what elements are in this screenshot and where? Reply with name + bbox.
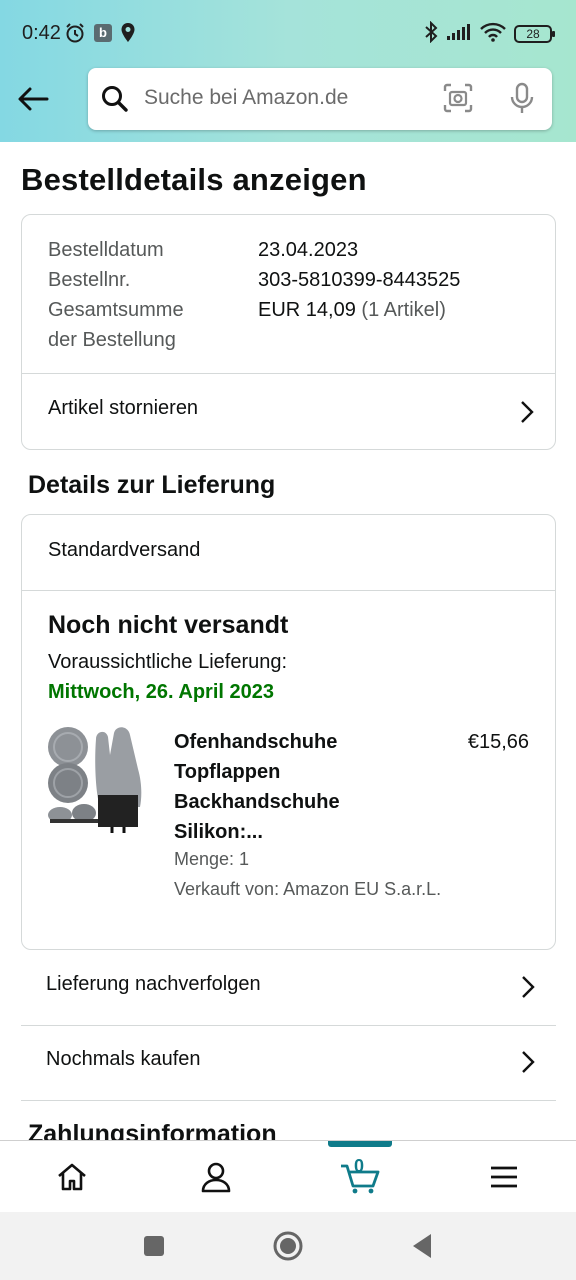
order-total-label-line2: der Bestellung bbox=[48, 329, 176, 351]
nav-menu[interactable] bbox=[432, 1141, 576, 1213]
back-button[interactable] bbox=[14, 80, 52, 118]
product-image[interactable] bbox=[46, 725, 150, 835]
chevron-right-icon bbox=[522, 976, 535, 998]
delivery-card: Standardversand Noch nicht versandt Vora… bbox=[21, 514, 556, 950]
square-icon bbox=[144, 1236, 164, 1256]
search-bar[interactable]: Suche bei Amazon.de bbox=[88, 68, 552, 130]
wifi-icon bbox=[480, 22, 506, 47]
home-system-button[interactable] bbox=[270, 1228, 306, 1264]
circle-icon bbox=[273, 1231, 303, 1261]
cart-count-badge: 0 bbox=[354, 1156, 365, 1176]
app-header: 0:42 b 28 Suche bei Amazon.de bbox=[0, 0, 576, 142]
order-summary-card: Bestelldatum 23.04.2023 Bestellnr. 303-5… bbox=[21, 214, 556, 450]
track-delivery-row[interactable]: Lieferung nachverfolgen bbox=[21, 951, 556, 1026]
page-title: Bestelldetails anzeigen bbox=[21, 162, 367, 197]
camera-scan-icon[interactable] bbox=[442, 82, 474, 114]
bottom-navigation bbox=[0, 1140, 576, 1212]
hamburger-menu-icon bbox=[491, 1166, 517, 1188]
nav-home[interactable] bbox=[0, 1141, 144, 1213]
product-quantity: Menge: 1 bbox=[174, 849, 250, 869]
search-input[interactable]: Suche bei Amazon.de bbox=[144, 86, 348, 110]
location-icon bbox=[120, 22, 142, 44]
notification-b-icon: b bbox=[94, 24, 112, 42]
recents-button[interactable] bbox=[136, 1228, 172, 1264]
product-name-line3: Backhandschuhe bbox=[174, 791, 340, 813]
nav-cart[interactable] bbox=[288, 1141, 432, 1213]
buy-again-label: Nochmals kaufen bbox=[46, 1048, 201, 1070]
eta-date: Mittwoch, 26. April 2023 bbox=[48, 681, 274, 703]
user-icon bbox=[201, 1162, 231, 1193]
shipment-status: Noch nicht versandt bbox=[48, 611, 289, 639]
chevron-right-icon bbox=[522, 1051, 535, 1073]
order-number-value: 303-5810399-8443525 bbox=[258, 269, 461, 291]
alarm-icon bbox=[64, 22, 86, 44]
product-price: €15,66 bbox=[467, 731, 529, 753]
system-navigation-bar bbox=[0, 1212, 576, 1280]
arrow-left-icon bbox=[18, 87, 49, 111]
delivery-details-heading: Details zur Lieferung bbox=[28, 471, 276, 499]
home-icon bbox=[58, 1163, 86, 1191]
track-delivery-label: Lieferung nachverfolgen bbox=[46, 973, 261, 995]
order-details-screen: 0:42 b 28 Suche bei Amazon.de Bestelldet… bbox=[0, 0, 576, 1280]
bluetooth-icon bbox=[424, 20, 438, 48]
cancel-item-label: Artikel stornieren bbox=[48, 397, 199, 419]
order-item-count: (1 Artikel) bbox=[361, 299, 446, 321]
microphone-icon[interactable] bbox=[508, 82, 536, 116]
status-bar: 0:42 b 28 bbox=[0, 0, 576, 68]
status-right-icons: 28 bbox=[424, 20, 555, 48]
status-time: 0:42 bbox=[22, 22, 61, 44]
order-total-value: EUR 14,09 (1 Artikel) bbox=[258, 295, 446, 325]
buy-again-row[interactable]: Nochmals kaufen bbox=[21, 1026, 556, 1101]
nav-account[interactable] bbox=[144, 1141, 288, 1213]
signal-icon bbox=[446, 23, 472, 46]
product-name-line2: Topflappen bbox=[174, 761, 281, 783]
order-number-label: Bestellnr. bbox=[48, 269, 131, 291]
product-name[interactable]: Ofenhandschuhe Topflappen Backhandschuhe… bbox=[174, 727, 394, 847]
cancel-item-link[interactable]: Artikel stornieren bbox=[22, 374, 555, 449]
product-name-line4: Silikon:... bbox=[174, 821, 263, 843]
chevron-right-icon bbox=[521, 401, 534, 423]
order-total-amount: EUR 14,09 bbox=[258, 299, 356, 321]
triangle-back-icon bbox=[413, 1234, 431, 1258]
shipping-method: Standardversand bbox=[48, 539, 201, 561]
back-system-button[interactable] bbox=[404, 1228, 440, 1264]
order-date-value: 23.04.2023 bbox=[258, 239, 359, 261]
product-name-line1: Ofenhandschuhe bbox=[174, 731, 338, 753]
divider bbox=[22, 590, 555, 591]
product-seller: Verkauft von: Amazon EU S.a.r.L. bbox=[174, 879, 442, 899]
search-icon bbox=[100, 84, 130, 114]
order-date-label: Bestelldatum bbox=[48, 239, 164, 261]
order-total-label-line1: Gesamtsumme bbox=[48, 299, 184, 321]
battery-icon: 28 bbox=[514, 25, 555, 43]
eta-label: Voraussichtliche Lieferung: bbox=[48, 651, 288, 673]
